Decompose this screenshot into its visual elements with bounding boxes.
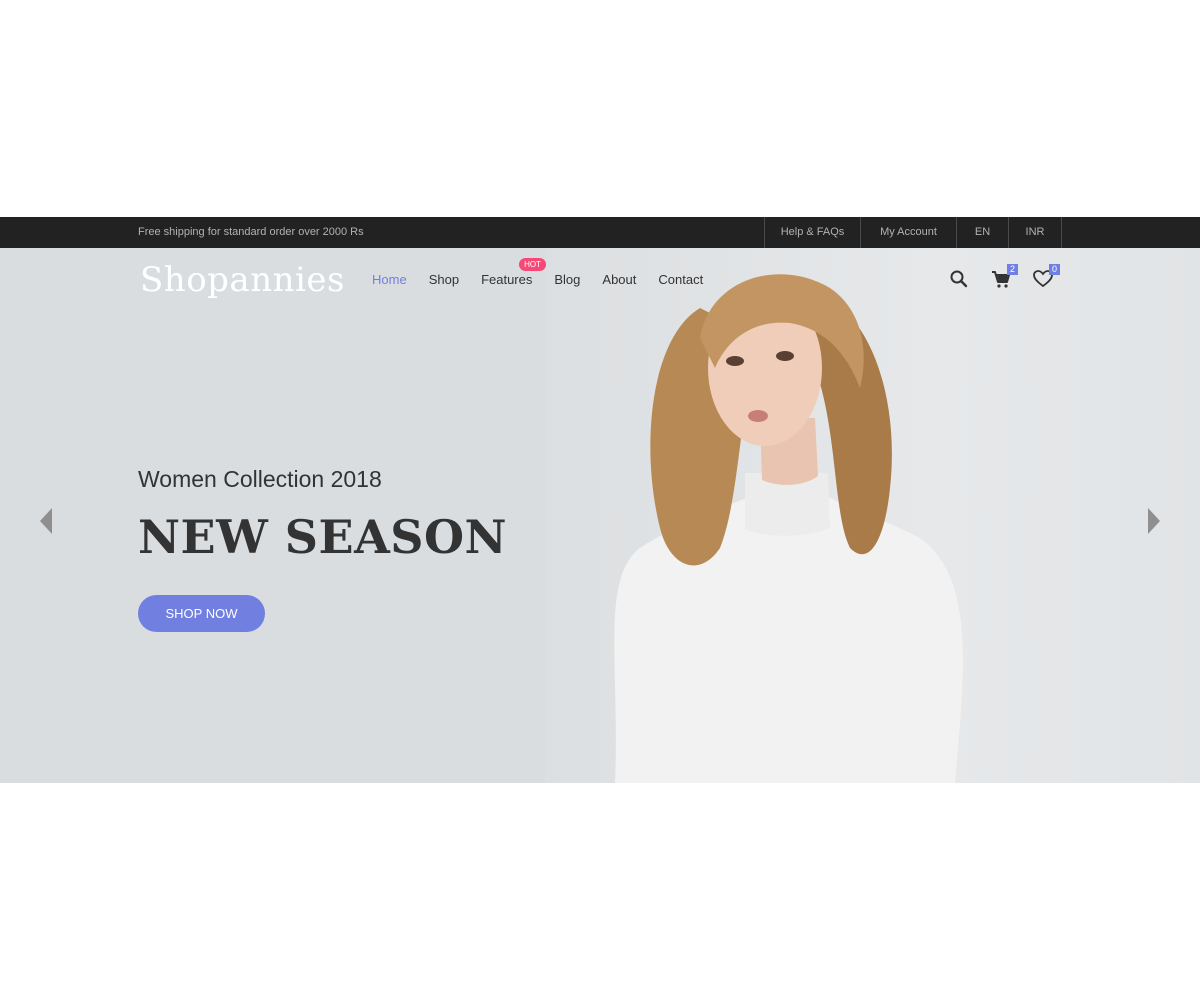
hot-badge: HOT xyxy=(519,258,546,271)
nav-about[interactable]: About xyxy=(602,272,636,287)
prev-slide-arrow[interactable] xyxy=(36,506,56,536)
nav-blog[interactable]: Blog xyxy=(554,272,580,287)
top-bar-links: Help & FAQs My Account EN INR xyxy=(764,217,1062,248)
header-icons: 2 0 xyxy=(948,264,1060,290)
shop-now-button[interactable]: SHOP NOW xyxy=(138,595,265,632)
site-logo[interactable]: Shopannies xyxy=(140,260,345,300)
main-nav: Home Shop Features HOT Blog About Contac… xyxy=(372,258,725,287)
page: Free shipping for standard order over 20… xyxy=(0,0,1200,1000)
shipping-notice: Free shipping for standard order over 20… xyxy=(138,226,364,238)
nav-features-label: Features xyxy=(481,272,533,287)
hero-subtitle: Women Collection 2018 xyxy=(138,466,382,492)
search-icon[interactable] xyxy=(948,268,970,290)
hero-headline: NEW SEASON xyxy=(138,510,508,564)
cart-icon[interactable]: 2 xyxy=(990,264,1018,290)
top-bar: Free shipping for standard order over 20… xyxy=(0,217,1200,248)
nav-shop[interactable]: Shop xyxy=(429,272,459,287)
nav-features[interactable]: Features HOT xyxy=(481,258,546,287)
nav-contact[interactable]: Contact xyxy=(658,272,703,287)
cart-count-badge: 2 xyxy=(1007,264,1018,275)
nav-home[interactable]: Home xyxy=(372,272,407,287)
language-selector[interactable]: EN xyxy=(956,217,1008,248)
currency-selector[interactable]: INR xyxy=(1008,217,1062,248)
heart-icon[interactable]: 0 xyxy=(1032,264,1060,290)
my-account-link[interactable]: My Account xyxy=(860,217,956,248)
next-slide-arrow[interactable] xyxy=(1144,506,1164,536)
wishlist-count-badge: 0 xyxy=(1049,264,1060,275)
help-faqs-link[interactable]: Help & FAQs xyxy=(764,217,860,248)
